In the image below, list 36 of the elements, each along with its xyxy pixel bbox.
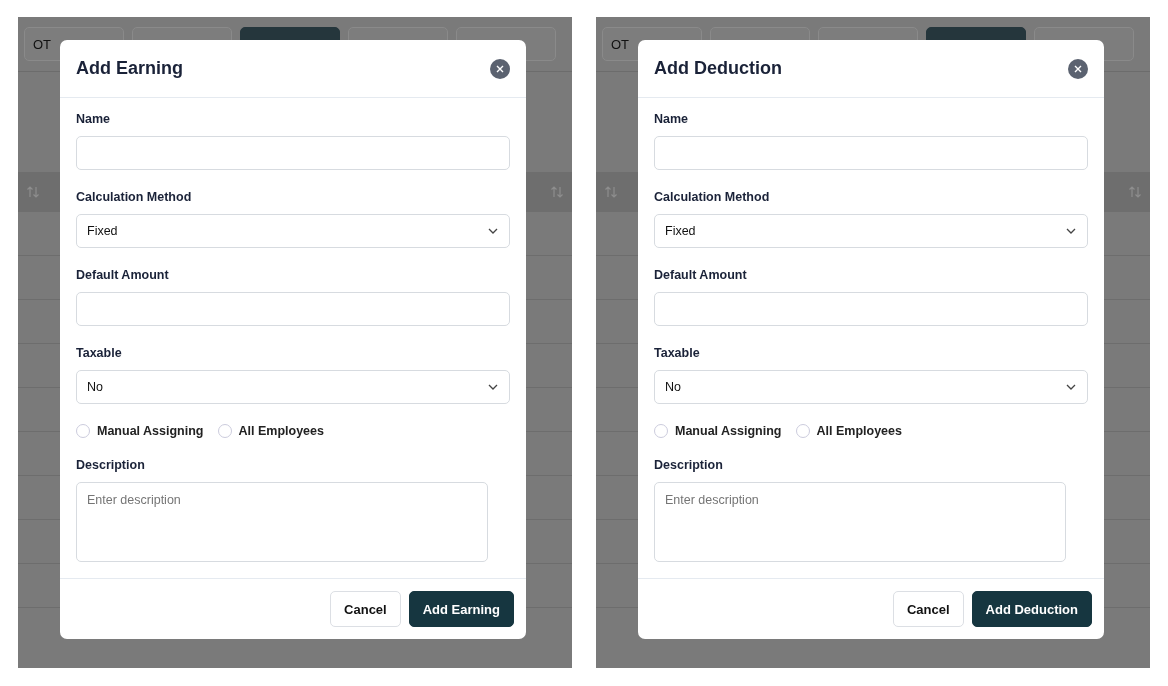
- field-label: Taxable: [76, 346, 123, 360]
- radio-option[interactable]: All Employees: [795, 424, 902, 438]
- field-label: Name: [76, 112, 112, 126]
- modal-title: Add Deduction: [654, 58, 782, 79]
- select-field[interactable]: No: [76, 370, 510, 404]
- input-field[interactable]: [76, 136, 510, 170]
- select-field[interactable]: No: [654, 370, 1088, 404]
- sort-icon[interactable]: [550, 185, 564, 199]
- radio-option[interactable]: Manual Assigning: [654, 424, 782, 438]
- radio-option[interactable]: All Employees: [217, 424, 324, 438]
- field-label: Taxable: [654, 346, 701, 360]
- field-label: Default Amount: [76, 268, 170, 282]
- close-icon[interactable]: [490, 58, 510, 79]
- sort-icon[interactable]: [26, 185, 40, 199]
- cancel-button[interactable]: Cancel: [892, 591, 964, 627]
- field-label: Description: [76, 458, 146, 472]
- field-label: Name: [654, 112, 690, 126]
- field-label: Calculation Method: [76, 190, 193, 204]
- description-field[interactable]: Enter description: [76, 482, 489, 562]
- field-label: Description: [654, 458, 724, 472]
- description-field[interactable]: Enter description: [654, 482, 1067, 562]
- input-field[interactable]: [654, 136, 1088, 170]
- select-field[interactable]: Fixed: [654, 214, 1088, 248]
- submit-button[interactable]: Add Earning: [408, 591, 514, 627]
- close-icon[interactable]: [1068, 58, 1088, 79]
- submit-button[interactable]: Add Deduction: [971, 591, 1092, 627]
- sort-icon[interactable]: [604, 185, 618, 199]
- select-field[interactable]: Fixed: [76, 214, 510, 248]
- field-label: Default Amount: [654, 268, 748, 282]
- radio-option[interactable]: Manual Assigning: [76, 424, 204, 438]
- input-field[interactable]: [654, 292, 1088, 326]
- input-field[interactable]: [76, 292, 510, 326]
- field-label: Calculation Method: [654, 190, 771, 204]
- sort-icon[interactable]: [1128, 185, 1142, 199]
- cancel-button[interactable]: Cancel: [330, 591, 401, 627]
- modal-title: Add Earning: [76, 58, 183, 79]
